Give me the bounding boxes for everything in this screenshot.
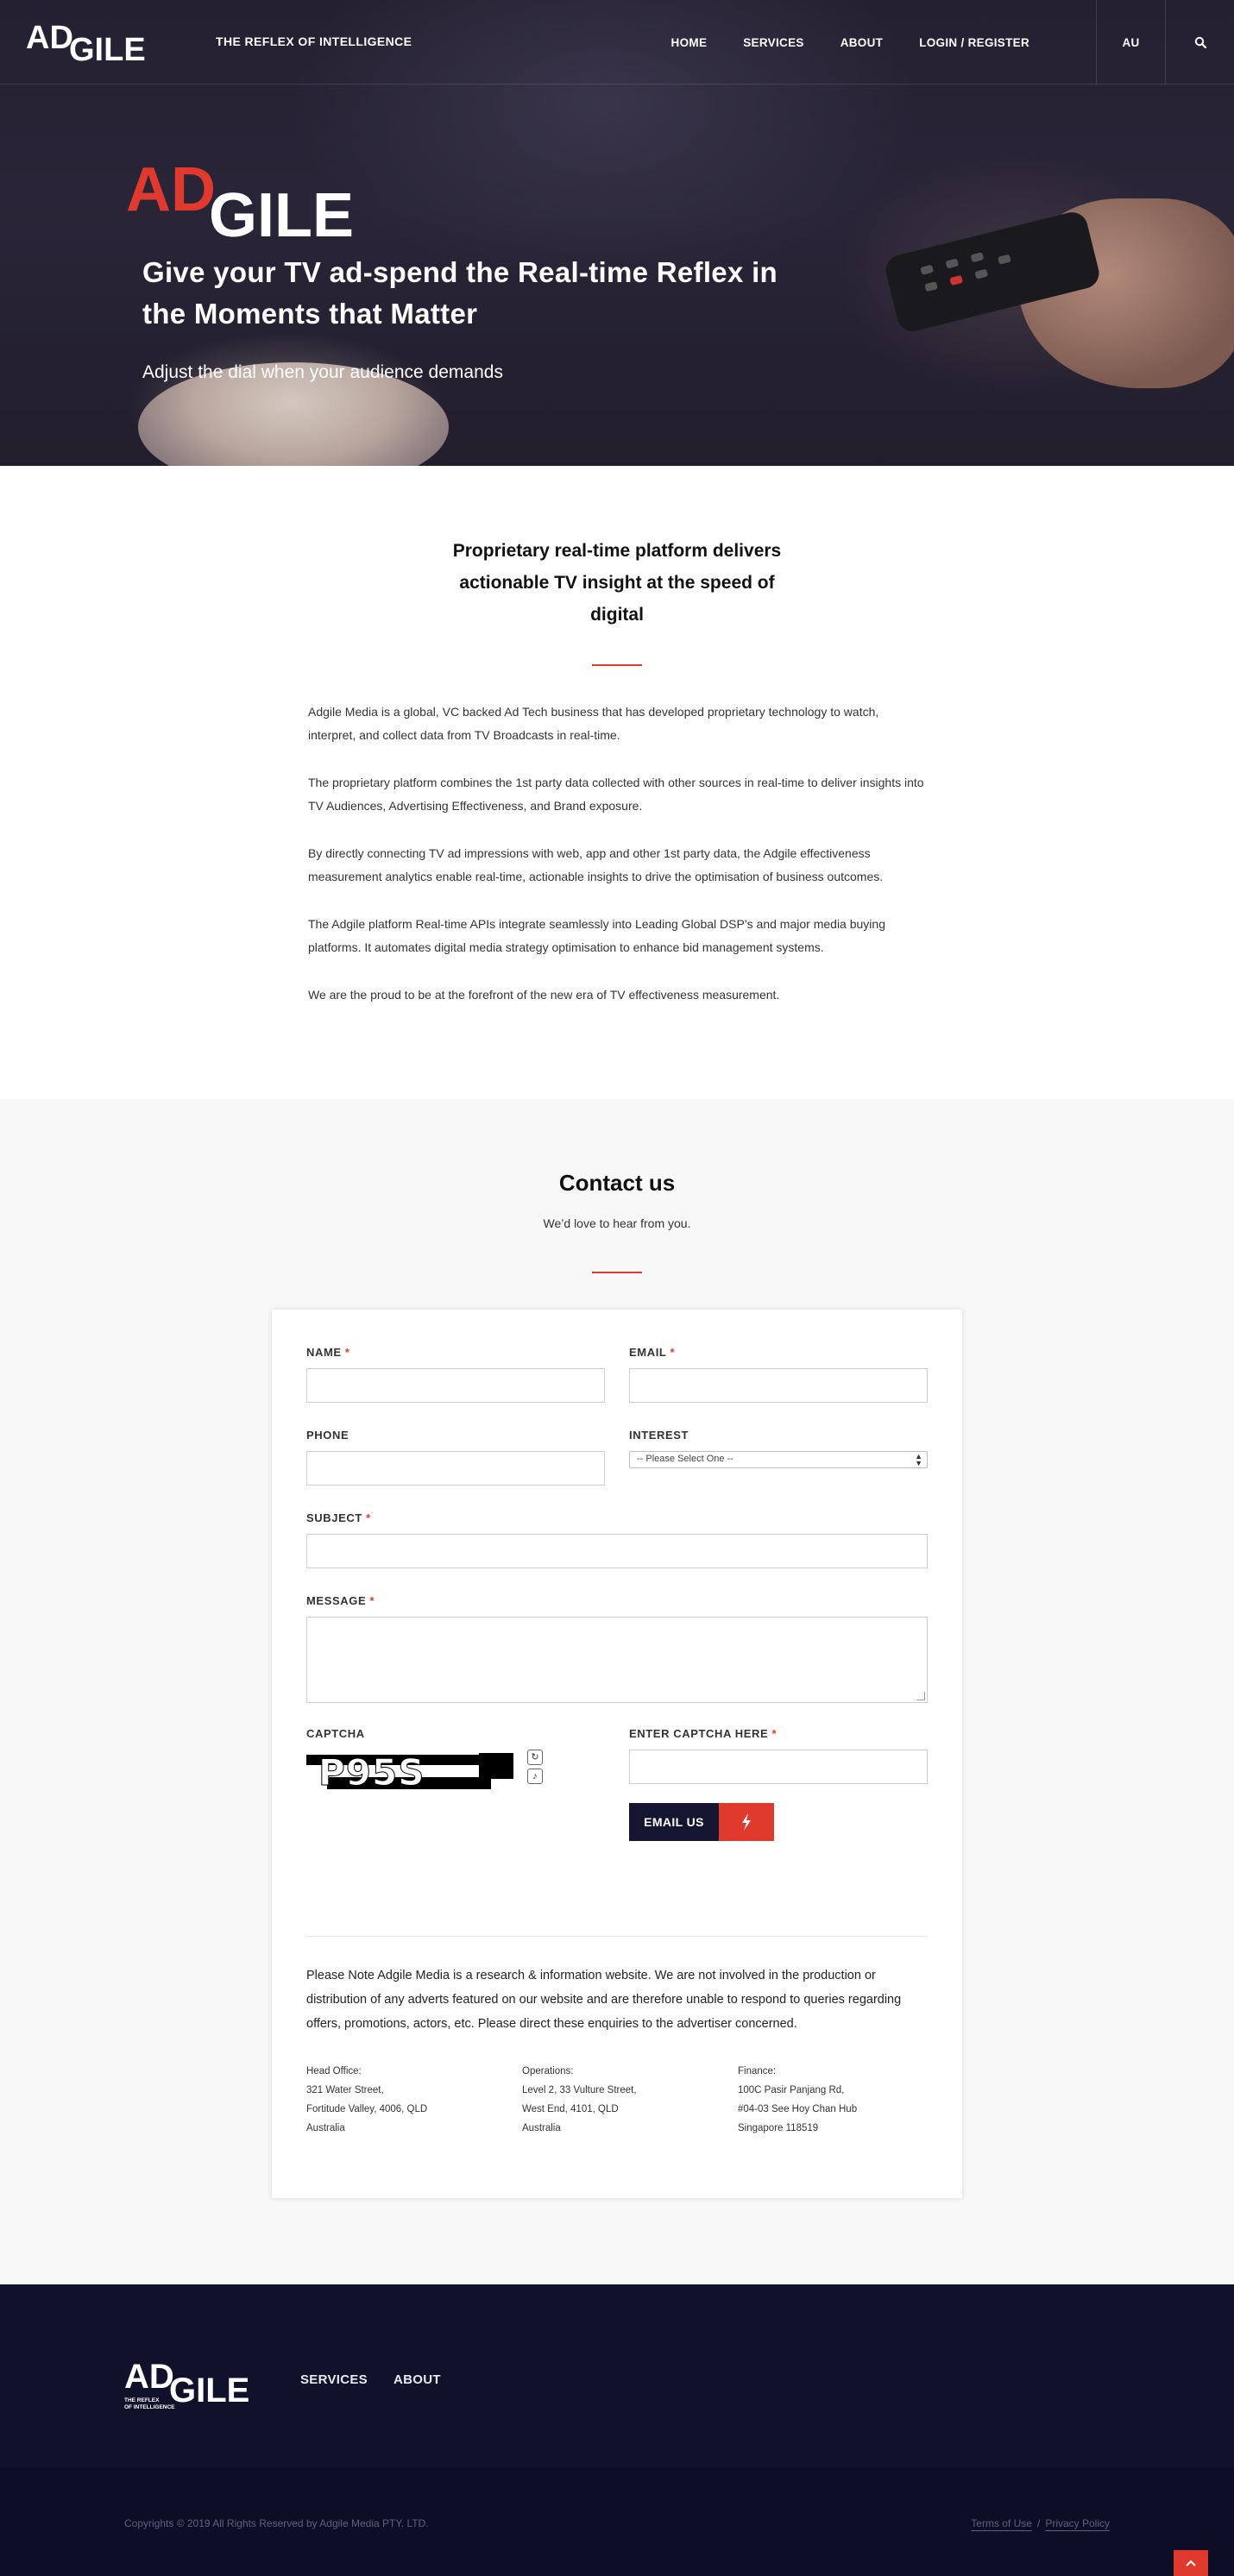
nav-login-register[interactable]: LOGIN / REGISTER (901, 0, 1048, 85)
office-line: 321 Water Street, (306, 2085, 384, 2095)
lightning-icon (719, 1803, 774, 1841)
subject-field[interactable] (306, 1534, 928, 1568)
contact-subtitle: We’d love to hear from you. (543, 1216, 691, 1230)
legal-separator: / (1036, 2517, 1041, 2529)
nav-home[interactable]: HOME (653, 0, 726, 85)
about-body: Adgile Media is a global, VC backed Ad T… (308, 701, 929, 1031)
about-title: Proprietary real-time platform delivers … (452, 541, 782, 625)
message-label: MESSAGE * (306, 1594, 375, 1607)
logo-ad: AD (26, 20, 73, 56)
office-line: Australia (522, 2123, 561, 2133)
about-paragraph: We are the proud to be at the forefront … (308, 988, 780, 1002)
terms-link[interactable]: Terms of Use (971, 2517, 1032, 2529)
office-line: Level 2, 33 Vulture Street, (522, 2085, 637, 2095)
search-icon (1194, 36, 1206, 48)
email-field[interactable] (629, 1368, 928, 1403)
footer-logo-tagline-1: THE REFLEX (124, 2397, 160, 2403)
office-line: Australia (306, 2123, 345, 2133)
footer-logo-gile: GILE (169, 2372, 249, 2410)
contact-section: Contact us We’d love to hear from you. N… (0, 1099, 1234, 2284)
phone-label: PHONE (306, 1429, 349, 1442)
email-us-button[interactable]: EMAIL US (629, 1803, 774, 1841)
about-section: Proprietary real-time platform delivers … (0, 466, 1234, 1099)
contact-title: Contact us (558, 1170, 676, 1196)
office-line: Singapore 118519 (738, 2123, 819, 2133)
hero-logo-ad: AD (126, 157, 216, 224)
back-to-top-button[interactable] (1174, 2550, 1208, 2576)
footer-nav-about[interactable]: ABOUT (393, 2372, 441, 2387)
office-line: Fortitude Valley, 4006, QLD (306, 2104, 428, 2114)
captcha-text: P95S (318, 1751, 425, 1792)
footer-nav: SERVICES ABOUT (300, 2372, 441, 2387)
contact-form: NAME * EMAIL * PHONE INTEREST -- Please … (272, 1310, 962, 2198)
about-paragraph: The Adgile platform Real-time APIs integ… (308, 917, 885, 954)
section-divider (592, 1272, 642, 1273)
copyright-text: Copyrights © 2019 All Rights Reserved by… (124, 2517, 429, 2529)
office-title: Head Office: (306, 2066, 362, 2077)
resize-handle-icon[interactable] (916, 1692, 925, 1700)
email-us-label: EMAIL US (629, 1803, 719, 1841)
office-operations: Operations: Level 2, 33 Vulture Street, … (522, 2062, 712, 2138)
form-divider (306, 1936, 928, 1937)
nav-region-selector[interactable]: AU (1096, 0, 1165, 85)
captcha-entry-label: ENTER CAPTCHA HERE * (629, 1727, 778, 1740)
privacy-link[interactable]: Privacy Policy (1045, 2517, 1110, 2529)
office-line: 100C Pasir Panjang Rd, (738, 2085, 845, 2095)
section-divider (592, 664, 642, 666)
logo-gile: GILE (69, 32, 146, 62)
site-header: AD GILE THE REFLEX OF INTELLIGENCE HOME … (0, 0, 1234, 85)
email-label: EMAIL * (629, 1346, 676, 1359)
site-footer: AD GILE THE REFLEX OF INTELLIGENCE SERVI… (0, 2284, 1234, 2576)
office-title: Operations: (522, 2066, 574, 2077)
nav-about[interactable]: ABOUT (822, 0, 902, 85)
interest-select[interactable]: -- Please Select One -- ▲ ▼ (629, 1451, 928, 1468)
chevron-up-icon (1186, 2560, 1196, 2567)
about-paragraph: By directly connecting TV ad impressions… (308, 846, 884, 883)
nav-services[interactable]: SERVICES (725, 0, 822, 85)
name-label: NAME * (306, 1346, 350, 1359)
disclaimer-note: Please Note Adgile Media is a research &… (306, 1969, 902, 2031)
captcha-label: CAPTCHA (306, 1727, 365, 1740)
office-head: Head Office: 321 Water Street, Fortitude… (306, 2062, 496, 2138)
subject-label: SUBJECT * (306, 1511, 371, 1524)
hero-logo-gile: GILE (209, 181, 354, 240)
name-field[interactable] (306, 1368, 605, 1403)
about-paragraph: The proprietary platform combines the 1s… (308, 776, 924, 813)
about-paragraph: Adgile Media is a global, VC backed Ad T… (308, 705, 879, 742)
captcha-audio-icon[interactable]: ♪ (527, 1769, 543, 1784)
site-tagline: THE REFLEX OF INTELLIGENCE (216, 35, 412, 48)
interest-label: INTEREST (629, 1429, 689, 1442)
phone-field[interactable] (306, 1451, 605, 1486)
footer-logo[interactable]: AD GILE THE REFLEX OF INTELLIGENCE (124, 2359, 271, 2419)
footer-logo-ad: AD (124, 2359, 174, 2396)
main-nav: HOME SERVICES ABOUT LOGIN / REGISTER AU (653, 0, 1234, 85)
hero-subtitle: Adjust the dial when your audience deman… (142, 362, 503, 382)
office-finance: Finance: 100C Pasir Panjang Rd, #04-03 S… (738, 2062, 928, 2138)
office-line: #04-03 See Hoy Chan Hub (738, 2104, 858, 2114)
captcha-image: P95S (306, 1748, 513, 1791)
select-arrows-icon: ▲ ▼ (915, 1452, 922, 1467)
footer-logo-tagline-2: OF INTELLIGENCE (124, 2404, 175, 2410)
captcha-input[interactable] (629, 1750, 928, 1784)
footer-nav-services[interactable]: SERVICES (300, 2372, 368, 2387)
hero-logo: AD GILE (126, 157, 354, 240)
site-logo[interactable]: AD GILE (26, 19, 164, 62)
message-field[interactable] (306, 1617, 928, 1703)
nav-search-button[interactable] (1165, 0, 1234, 85)
office-title: Finance: (738, 2066, 777, 2077)
hero-title: Give your TV ad-spend the Real-time Refl… (142, 256, 778, 330)
captcha-refresh-icon[interactable]: ↻ (527, 1750, 543, 1765)
interest-selected-value: -- Please Select One -- (637, 1454, 733, 1464)
office-line: West End, 4101, QLD (522, 2104, 619, 2114)
legal-links: Terms of Use / Privacy Policy (971, 2517, 1110, 2529)
